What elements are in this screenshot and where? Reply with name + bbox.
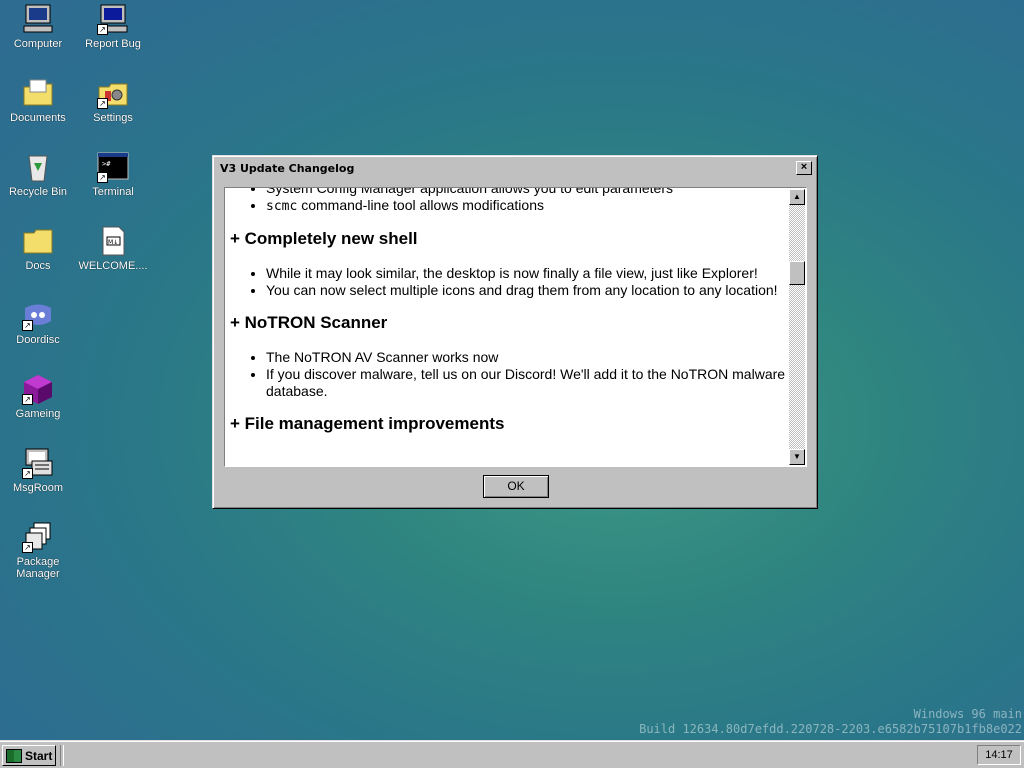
scroll-down-button[interactable]: ▼ [789, 449, 805, 465]
desktop-icon-report-bug[interactable]: ↗ Report Bug [76, 3, 150, 50]
scroll-up-button[interactable]: ▲ [789, 189, 805, 205]
desktop-icon-doordisc[interactable]: ↗ Doordisc [1, 299, 75, 346]
list-item: The NoTRON AV Scanner works now [266, 349, 786, 366]
desktop-icon-label: Documents [10, 112, 66, 124]
list-item: You can now select multiple icons and dr… [266, 282, 786, 299]
shortcut-arrow-icon: ↗ [97, 172, 108, 183]
desktop-icon-label: Gameing [15, 408, 61, 420]
msgroom-icon: ↗ [22, 447, 54, 479]
desktop-icon-label: Settings [93, 112, 133, 124]
desktop-icon-label: Terminal [92, 186, 134, 198]
shortcut-arrow-icon: ↗ [22, 394, 33, 405]
list-item: While it may look similar, the desktop i… [266, 265, 786, 282]
list-item-text: command-line tool allows modifications [297, 197, 544, 213]
settings-icon: ↗ [97, 77, 129, 109]
list-item: System Config Manager application allows… [266, 188, 786, 197]
desktop-icon-welcome[interactable]: M↓ WELCOME.... [76, 225, 150, 272]
changelog-scroll-area: System Config Manager application allows… [226, 188, 786, 450]
section-heading: + File management improvements [230, 414, 505, 433]
scroll-thumb[interactable] [789, 261, 805, 285]
shortcut-arrow-icon: ↗ [97, 98, 108, 109]
changelog-list: While it may look similar, the desktop i… [226, 265, 786, 299]
desktop-icon-terminal[interactable]: ># ↗ Terminal [76, 151, 150, 198]
changelog-list: System Config Manager application allows… [226, 188, 786, 215]
watermark-line: Windows 96 main [913, 707, 1022, 721]
desktop-icon-label: MsgRoom [12, 482, 64, 494]
desktop-icon-computer[interactable]: Computer [1, 3, 75, 50]
report-bug-icon: ↗ [97, 3, 129, 35]
documents-folder-icon [22, 77, 54, 109]
shortcut-arrow-icon: ↗ [22, 468, 33, 479]
desktop-icon-recycle-bin[interactable]: Recycle Bin [1, 151, 75, 198]
recycle-bin-icon [22, 151, 54, 183]
desktop-icon-label: Computer [13, 38, 63, 50]
taskbar: Start 14:17 [0, 740, 1024, 768]
window-titlebar[interactable]: V3 Update Changelog × [216, 159, 814, 177]
section-heading: + NoTRON Scanner [230, 313, 388, 332]
desktop-icon-package-manager[interactable]: ↗ Package Manager [1, 521, 75, 580]
start-button[interactable]: Start [2, 745, 56, 766]
desktop-icon-label: Report Bug [85, 38, 141, 50]
markdown-file-icon: M↓ [97, 225, 129, 257]
list-item: If you discover malware, tell us on our … [266, 366, 786, 400]
window-title: V3 Update Changelog [220, 161, 355, 175]
list-item: scmc command-line tool allows modificati… [266, 197, 786, 215]
terminal-icon: ># ↗ [97, 151, 129, 183]
desktop-icon-documents[interactable]: Documents [1, 77, 75, 124]
desktop-icon-gameing[interactable]: ↗ Gameing [1, 373, 75, 420]
build-watermark: Windows 96 main Build 12634.80d7efdd.220… [639, 707, 1022, 737]
desktop-icon-label: Recycle Bin [8, 186, 68, 198]
desktop: Computer ↗ Report Bug Documents ↗ Settin… [0, 0, 1024, 740]
system-tray-clock[interactable]: 14:17 [977, 745, 1021, 765]
scmc-code: scmc [266, 199, 298, 214]
folder-icon [22, 225, 54, 257]
changelog-list: The NoTRON AV Scanner works now If you d… [226, 349, 786, 400]
watermark-line: Build 12634.80d7efdd.220728-2203.e6582b7… [639, 722, 1022, 736]
start-label: Start [25, 748, 53, 763]
desktop-icon-label: Docs [25, 260, 51, 272]
desktop-icon-msgroom[interactable]: ↗ MsgRoom [1, 447, 75, 494]
computer-icon [22, 3, 54, 35]
start-logo-icon [6, 748, 22, 763]
changelog-window[interactable]: V3 Update Changelog × System Config Mana… [212, 155, 818, 509]
shortcut-arrow-icon: ↗ [97, 24, 108, 35]
desktop-icon-label: WELCOME.... [78, 260, 148, 272]
shortcut-arrow-icon: ↗ [22, 320, 33, 331]
gameing-cube-icon: ↗ [22, 373, 54, 405]
svg-text:>#: ># [102, 160, 111, 168]
taskbar-divider [60, 745, 64, 766]
desktop-icon-docs[interactable]: Docs [1, 225, 75, 272]
desktop-icon-label: Doordisc [16, 334, 60, 346]
section-heading: + Completely new shell [230, 229, 418, 248]
svg-text:M↓: M↓ [108, 239, 118, 246]
close-button[interactable]: × [796, 161, 812, 175]
desktop-icon-settings[interactable]: ↗ Settings [76, 77, 150, 124]
doordisc-icon: ↗ [22, 299, 54, 331]
changelog-content[interactable]: System Config Manager application allows… [224, 187, 807, 467]
package-manager-icon: ↗ [22, 521, 54, 553]
ok-button[interactable]: OK [483, 475, 549, 498]
vertical-scrollbar[interactable]: ▲ ▼ [789, 189, 805, 465]
desktop-icon-label: Package Manager [16, 556, 60, 580]
shortcut-arrow-icon: ↗ [22, 542, 33, 553]
